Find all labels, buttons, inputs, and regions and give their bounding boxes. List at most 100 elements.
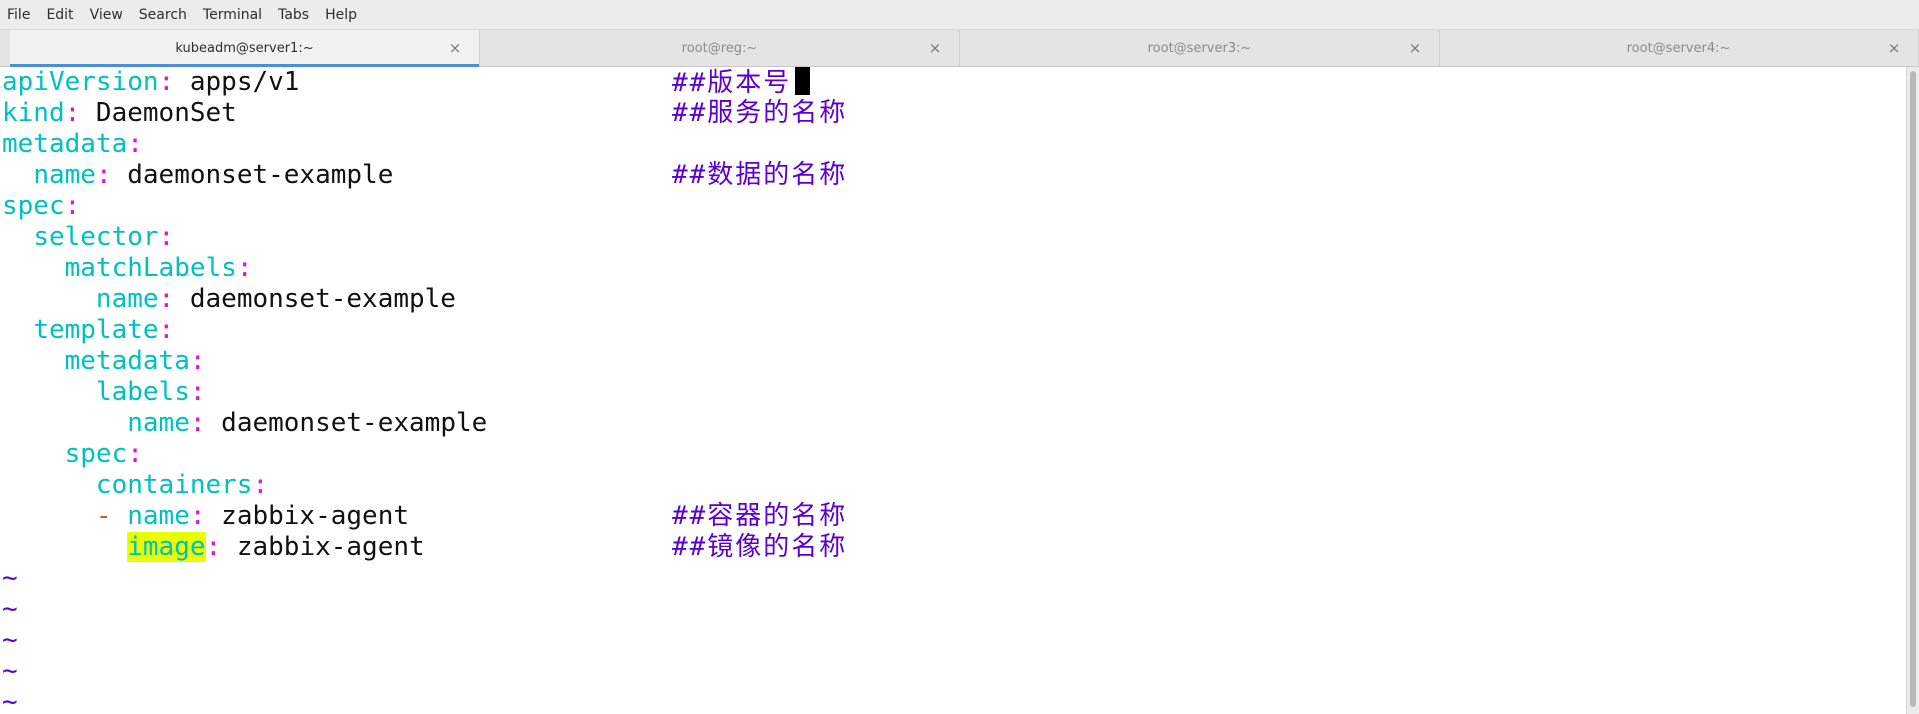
yaml-colon: :: [127, 439, 143, 469]
empty-line-marker: ~: [2, 625, 18, 655]
yaml-colon: :: [189, 346, 206, 376]
tab-title: root@server3:~: [1147, 40, 1252, 56]
editor-line: spec:: [2, 439, 143, 470]
editor-line: name: daemonset-example: [2, 160, 393, 191]
editor-line: metadata:: [2, 129, 143, 160]
yaml-comment: ##镜像的名称: [672, 532, 847, 563]
yaml-key: template: [33, 315, 159, 345]
comment-text: ##数据的名称: [672, 160, 848, 190]
yaml-key: labels: [95, 377, 190, 407]
menu-tabs[interactable]: Tabs: [270, 7, 317, 23]
list-dash: -: [95, 501, 112, 531]
yaml-colon: :: [158, 315, 175, 345]
yaml-colon: :: [189, 408, 206, 438]
tab-3[interactable]: root@server3:~ ×: [960, 30, 1440, 66]
yaml-value: apps/v1: [174, 67, 300, 97]
yaml-key: apiVersion: [2, 67, 159, 97]
yaml-value: daemonset-example: [174, 284, 456, 314]
yaml-comment: ##版本号: [672, 67, 811, 98]
yaml-key: metadata: [2, 129, 128, 159]
tab-title: root@reg:~: [681, 40, 758, 56]
yaml-colon: :: [158, 67, 175, 97]
terminal-view[interactable]: apiVersion: apps/v1 ##版本号 kind: DaemonSet #…: [0, 67, 1906, 714]
menu-view[interactable]: View: [82, 7, 131, 23]
menu-bar: File Edit View Search Terminal Tabs Help: [0, 0, 1919, 30]
tab-bar: kubeadm@server1:~ × root@reg:~ × root@server…: [0, 30, 1919, 67]
close-icon[interactable]: ×: [927, 39, 943, 57]
editor-line: spec:: [2, 191, 80, 222]
comment-text: ##版本号: [672, 68, 792, 98]
tab-1[interactable]: kubeadm@server1:~ ×: [10, 30, 480, 67]
yaml-colon: :: [252, 470, 269, 500]
yaml-value: daemonset-example: [111, 160, 394, 190]
comment-text: ##镜像的名称: [672, 532, 848, 562]
editor-line: selector:: [2, 222, 174, 253]
editor-line: apiVersion: apps/v1: [2, 67, 299, 98]
yaml-key: metadata: [64, 346, 190, 376]
yaml-colon: :: [64, 191, 81, 221]
yaml-key: spec: [64, 439, 128, 469]
menu-terminal[interactable]: Terminal: [195, 7, 270, 23]
yaml-key: name: [33, 160, 96, 190]
yaml-key: name: [95, 284, 159, 314]
close-icon[interactable]: ×: [447, 39, 463, 57]
comment-text: ##容器的名称: [672, 501, 848, 531]
yaml-colon: :: [127, 129, 143, 159]
menu-file[interactable]: File: [0, 7, 38, 23]
editor-line: name: daemonset-example: [2, 284, 456, 315]
yaml-key: name: [127, 501, 190, 531]
tab-4[interactable]: root@server4:~ ×: [1439, 30, 1919, 66]
editor-line: labels:: [2, 377, 206, 408]
tab-2[interactable]: root@reg:~ ×: [480, 30, 960, 66]
yaml-colon: :: [64, 98, 81, 128]
menu-search[interactable]: Search: [131, 7, 195, 23]
yaml-key: image: [127, 532, 206, 562]
yaml-value: DaemonSet: [80, 98, 237, 128]
editor-line: metadata:: [2, 346, 206, 377]
editor-line: template:: [2, 315, 174, 346]
scrollbar-thumb[interactable]: [1910, 71, 1916, 707]
empty-line-marker: ~: [2, 656, 18, 686]
yaml-value: zabbix-agent: [205, 501, 410, 531]
editor-line: kind: DaemonSet: [2, 98, 237, 129]
editor-line: - name: zabbix-agent: [2, 501, 409, 532]
menu-edit[interactable]: Edit: [38, 7, 81, 23]
tab-title: root@server4:~: [1626, 40, 1731, 56]
yaml-comment: ##服务的名称: [672, 98, 847, 129]
comment-text: ##服务的名称: [672, 98, 848, 128]
vertical-scrollbar[interactable]: [1906, 67, 1919, 714]
yaml-key: kind: [2, 98, 65, 128]
menu-help[interactable]: Help: [317, 7, 365, 23]
close-icon[interactable]: ×: [1886, 39, 1902, 57]
editor-line: matchLabels:: [2, 253, 253, 284]
yaml-comment: ##容器的名称: [672, 501, 847, 532]
editor-line: name: daemonset-example: [2, 408, 487, 439]
yaml-key: name: [127, 408, 190, 438]
close-icon[interactable]: ×: [1407, 39, 1423, 57]
empty-line-marker: ~: [2, 687, 18, 714]
yaml-colon: :: [236, 253, 253, 283]
text-cursor: [795, 67, 811, 95]
empty-line-marker: ~: [2, 594, 18, 624]
yaml-colon: :: [205, 532, 222, 562]
yaml-colon: :: [158, 284, 175, 314]
yaml-key: spec: [2, 191, 65, 221]
yaml-value: zabbix-agent: [221, 532, 425, 562]
tab-title: kubeadm@server1:~: [175, 40, 314, 56]
yaml-key: matchLabels: [64, 253, 237, 283]
yaml-comment: ##数据的名称: [672, 160, 847, 191]
yaml-colon: :: [158, 222, 175, 252]
empty-line-marker: ~: [2, 563, 18, 593]
editor-line: image: zabbix-agent: [2, 532, 425, 563]
